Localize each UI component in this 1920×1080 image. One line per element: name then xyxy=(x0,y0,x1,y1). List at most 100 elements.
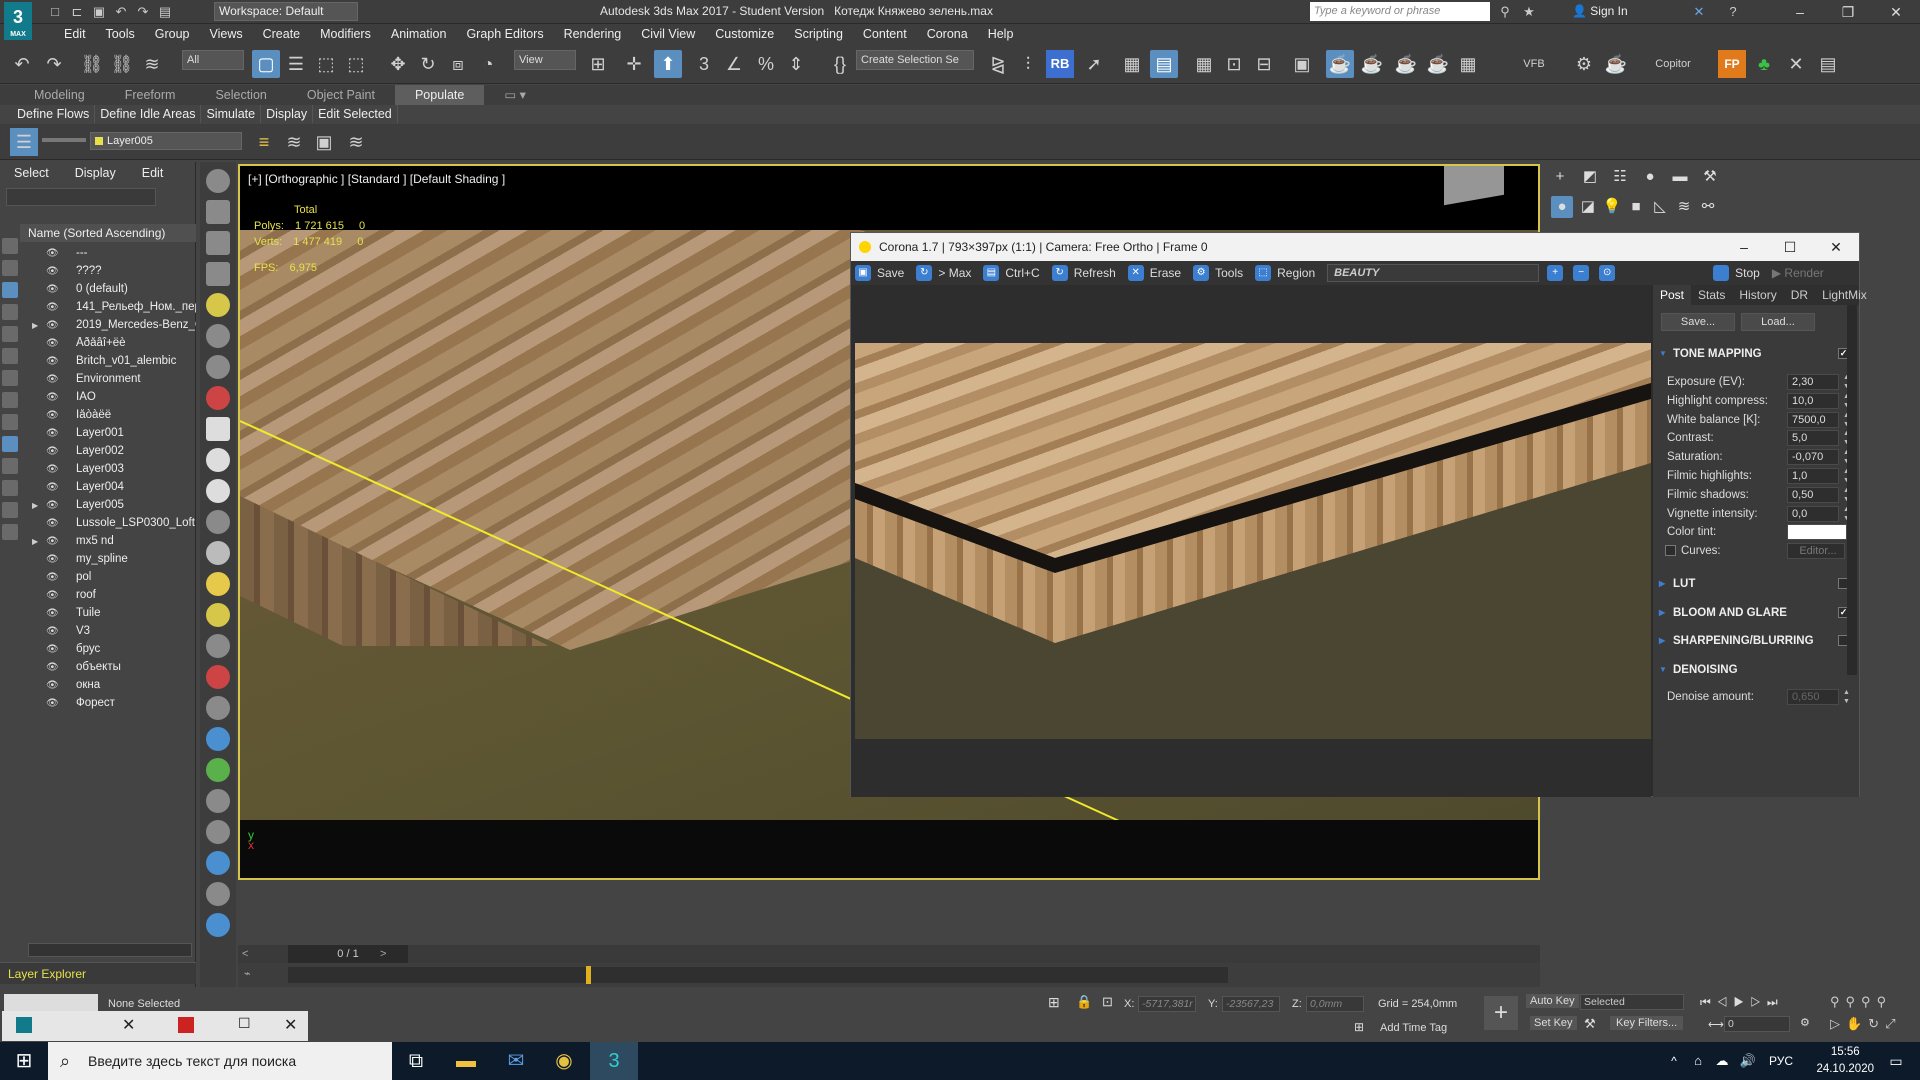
eye-icon[interactable]: 👁 xyxy=(46,302,62,313)
filter-spacewarps-icon[interactable] xyxy=(2,348,18,364)
explorer-menu-display[interactable]: Display xyxy=(75,162,116,184)
filter-helpers-icon[interactable] xyxy=(2,326,18,342)
edit-selected-button[interactable]: Edit Selected xyxy=(313,105,398,123)
eye-icon[interactable]: 👁 xyxy=(46,554,62,565)
render-setup-icon[interactable]: ▣ xyxy=(1288,50,1316,78)
y-coordinate-input[interactable]: -23567,23 xyxy=(1222,996,1280,1012)
open-file-icon[interactable]: ⊏ xyxy=(68,3,86,21)
param-input[interactable]: 5,0 xyxy=(1787,430,1839,447)
tone-mapping-section[interactable]: TONE MAPPING✓ xyxy=(1657,343,1853,365)
layer-row[interactable]: 👁 Tuile xyxy=(20,604,196,622)
tab-populate[interactable]: Populate xyxy=(394,85,485,105)
render-activeshade-icon[interactable]: ☕ xyxy=(1424,50,1452,78)
eye-icon[interactable]: 👁 xyxy=(46,680,62,691)
placement-icon[interactable]: ◔ xyxy=(474,50,502,78)
set-key-button[interactable]: Set Key xyxy=(1530,1016,1577,1030)
filter-lights-icon[interactable] xyxy=(2,282,18,298)
forest-pack-button[interactable]: FP xyxy=(1718,50,1746,78)
menu-animation[interactable]: Animation xyxy=(381,24,457,44)
key-filters-button[interactable]: Key Filters... xyxy=(1610,1016,1684,1030)
rendered-frame-icon[interactable]: ☕ xyxy=(1326,50,1354,78)
tool-icon-8[interactable] xyxy=(206,386,230,410)
curve-editor-icon[interactable]: ▦ xyxy=(1190,50,1218,78)
filter-groups-icon[interactable] xyxy=(2,370,18,386)
unlink-icon[interactable]: ⛓ xyxy=(108,50,136,78)
preview-restore-icon[interactable]: ☐ xyxy=(238,1015,251,1032)
layer-visibility-icon[interactable] xyxy=(42,138,86,142)
filter-visible-icon[interactable] xyxy=(2,436,18,452)
sign-in-button[interactable]: 👤 Sign In xyxy=(1572,4,1628,18)
menu-graph-editors[interactable]: Graph Editors xyxy=(456,24,553,44)
eye-icon[interactable]: 👁 xyxy=(46,608,62,619)
corona-minimize-button[interactable]: – xyxy=(1721,233,1767,261)
layer-row[interactable]: 👁 Layer002 xyxy=(20,442,196,460)
eye-icon[interactable]: 👁 xyxy=(46,320,62,331)
select-move-icon[interactable]: ✥ xyxy=(384,50,412,78)
chrome-icon[interactable]: ◉ xyxy=(540,1042,588,1080)
app-logo[interactable]: 3 MAX xyxy=(4,2,32,40)
tool-icon-18[interactable] xyxy=(206,696,230,720)
time-slider[interactable]: < 0 / 1 > xyxy=(238,945,1540,963)
zoom-in-icon[interactable]: + xyxy=(1547,265,1569,281)
volume-icon[interactable]: 🔊 xyxy=(1738,1042,1758,1080)
expand-icon[interactable]: ▶ xyxy=(32,537,38,546)
pivot-icon[interactable]: ⊞ xyxy=(584,50,612,78)
create-tab-icon[interactable]: + xyxy=(1549,166,1571,188)
reference-coordinate-dropdown[interactable]: View xyxy=(514,50,576,70)
tool-icon-1[interactable] xyxy=(206,169,230,193)
tab-stats[interactable]: Stats xyxy=(1691,285,1732,305)
language-indicator[interactable]: РУС xyxy=(1764,1042,1798,1080)
eye-icon[interactable]: 👁 xyxy=(46,248,62,259)
eye-icon[interactable]: 👁 xyxy=(46,500,62,511)
simulate-button[interactable]: Simulate xyxy=(201,105,262,123)
track-area[interactable] xyxy=(288,967,1228,983)
redo-icon[interactable]: ↷ xyxy=(40,50,68,78)
tool-icon-13[interactable] xyxy=(206,541,230,565)
tab-post[interactable]: Post xyxy=(1653,285,1692,305)
filter-all-icon[interactable] xyxy=(2,502,18,518)
layer-stack-icon[interactable]: ≋ xyxy=(342,128,370,156)
explorer-scrollbar[interactable] xyxy=(28,943,192,957)
geometry-icon[interactable]: ● xyxy=(1551,196,1573,218)
layer-row[interactable]: 👁 брус xyxy=(20,640,196,658)
tool-icon-21[interactable] xyxy=(206,789,230,813)
mail-icon[interactable]: ✉ xyxy=(492,1042,540,1080)
mini-curve-editor-icon[interactable]: ⌁ xyxy=(244,967,251,980)
select-object-icon[interactable]: ▢ xyxy=(252,50,280,78)
viewport-nav-icons[interactable]: ⚲⚲⚲⚲ xyxy=(1830,994,1892,1010)
filter-xrefs-icon[interactable] xyxy=(2,392,18,408)
eye-icon[interactable]: 👁 xyxy=(46,410,62,421)
layer-row[interactable]: 👁 Форест xyxy=(20,694,196,712)
layer-row[interactable]: 👁 my_spline xyxy=(20,550,196,568)
cameras-icon[interactable]: ■ xyxy=(1625,196,1647,218)
menu-modifiers[interactable]: Modifiers xyxy=(310,24,381,44)
eye-icon[interactable]: 👁 xyxy=(46,374,62,385)
menu-edit[interactable]: Edit xyxy=(54,24,96,44)
tab-dr[interactable]: DR xyxy=(1784,285,1815,305)
layer-row[interactable]: 👁 0 (default) xyxy=(20,280,196,298)
modify-tab-icon[interactable]: ◩ xyxy=(1579,166,1601,188)
motion-tab-icon[interactable]: ● xyxy=(1639,166,1661,188)
keyword-search-input[interactable]: Type a keyword or phrase xyxy=(1310,2,1490,21)
filter-bones-icon[interactable] xyxy=(2,414,18,430)
render-channel-dropdown[interactable]: BEAUTY xyxy=(1327,264,1540,282)
zoom-out-icon[interactable]: − xyxy=(1573,265,1595,281)
corona-to-max-button[interactable]: ↻ > Max xyxy=(916,265,971,281)
layer-row[interactable]: ▶ 👁 Layer005 xyxy=(20,496,196,514)
render-iterative-icon[interactable]: ☕ xyxy=(1392,50,1420,78)
select-layer-icon[interactable]: ▣ xyxy=(310,128,338,156)
tool-icon-16[interactable] xyxy=(206,634,230,658)
help-icon[interactable]: ? xyxy=(1724,3,1742,21)
eye-icon[interactable]: 👁 xyxy=(46,338,62,349)
tools-icon[interactable]: ✕ xyxy=(1782,50,1810,78)
schematic-view-icon[interactable]: ⊡ xyxy=(1220,50,1248,78)
menu-views[interactable]: Views xyxy=(199,24,252,44)
current-layer-dropdown[interactable]: Layer005 xyxy=(90,132,242,150)
ribbon-toggle-icon[interactable]: ▤ xyxy=(1150,50,1178,78)
define-flows-button[interactable]: Define Flows xyxy=(12,105,96,123)
time-config-icon[interactable]: ⚙ xyxy=(1800,1016,1810,1029)
layer-row[interactable]: 👁 Environment xyxy=(20,370,196,388)
eye-icon[interactable]: 👁 xyxy=(46,572,62,583)
layer-row[interactable]: 👁 окна xyxy=(20,676,196,694)
menu-content[interactable]: Content xyxy=(853,24,917,44)
